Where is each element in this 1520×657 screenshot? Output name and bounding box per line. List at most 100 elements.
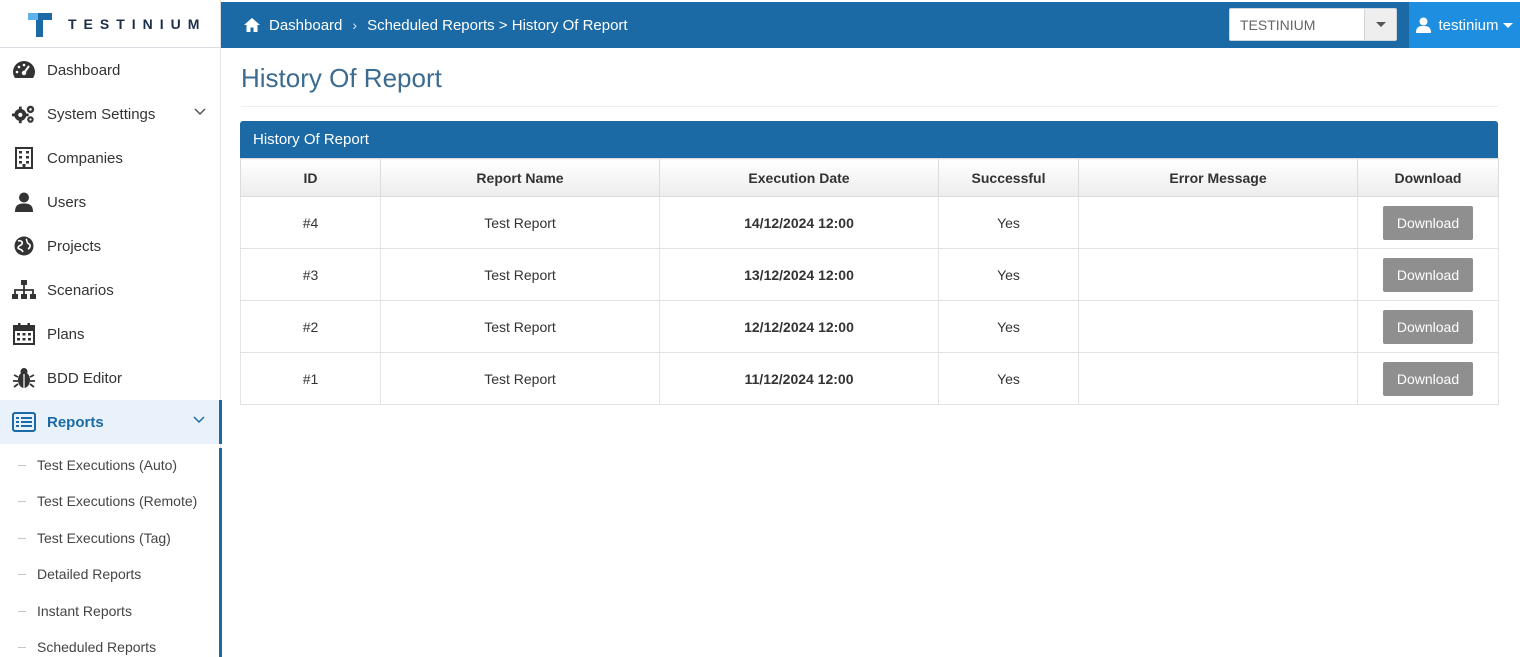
column-header-download: Download	[1357, 158, 1499, 197]
column-header-id[interactable]: ID	[240, 158, 381, 197]
table-header-row: ID Report Name Execution Date Successful…	[240, 158, 1499, 197]
testinium-logo-icon	[28, 12, 52, 37]
sidebar-item-projects[interactable]: Projects	[0, 224, 220, 268]
caret-down-icon	[1502, 22, 1513, 28]
table-row: #3 Test Report 13/12/2024 12:00 Yes Down…	[240, 248, 1499, 301]
breadcrumb: Dashboard › Scheduled Reports > History …	[221, 17, 628, 34]
title-divider	[241, 106, 1498, 107]
sidebar-item-label: Projects	[47, 237, 102, 255]
sidebar-item-label: Reports	[47, 413, 104, 431]
globe-icon	[12, 235, 36, 257]
sidebar: Dashboard System Settings Companies User…	[0, 48, 222, 657]
user-name: testinium	[1438, 16, 1499, 34]
sidebar-item-bdd-editor[interactable]: BDD Editor	[0, 356, 220, 400]
submenu-item-test-executions-tag[interactable]: Test Executions (Tag)	[18, 523, 171, 553]
submenu-item-test-executions-auto[interactable]: Test Executions (Auto)	[18, 450, 177, 480]
sidebar-item-label: BDD Editor	[47, 369, 123, 387]
table-row: #4 Test Report 14/12/2024 12:00 Yes Down…	[240, 196, 1499, 249]
building-icon	[12, 147, 36, 169]
dashboard-gauge-icon	[12, 59, 36, 81]
list-alt-icon	[12, 411, 36, 433]
home-icon	[244, 18, 260, 32]
top-navbar: Dashboard › Scheduled Reports > History …	[221, 2, 1520, 48]
cell-successful: Yes	[938, 300, 1079, 353]
cell-download: Download	[1357, 352, 1499, 405]
sidebar-item-label: Dashboard	[47, 61, 121, 79]
sidebar-item-reports[interactable]: Reports	[0, 400, 222, 444]
brand-logo[interactable]: TESTINIUM	[0, 0, 221, 48]
submenu-item-label: Detailed Reports	[37, 566, 142, 582]
cell-successful: Yes	[938, 248, 1079, 301]
sidebar-item-dashboard[interactable]: Dashboard	[0, 48, 220, 92]
sidebar-item-plans[interactable]: Plans	[0, 312, 220, 356]
chevron-down-icon	[194, 108, 206, 116]
submenu-item-test-executions-remote[interactable]: Test Executions (Remote)	[18, 486, 197, 516]
download-button[interactable]: Download	[1383, 309, 1473, 344]
download-button[interactable]: Download	[1383, 361, 1473, 396]
cell-error-message	[1078, 300, 1358, 353]
sidebar-item-companies[interactable]: Companies	[0, 136, 220, 180]
download-button[interactable]: Download	[1383, 205, 1473, 240]
cell-report-name: Test Report	[380, 352, 660, 405]
report-history-table: ID Report Name Execution Date Successful…	[240, 158, 1499, 405]
cell-successful: Yes	[938, 196, 1079, 249]
cell-execution-date: 13/12/2024 12:00	[659, 248, 939, 301]
sidebar-item-system-settings[interactable]: System Settings	[0, 92, 220, 136]
user-icon	[1416, 17, 1432, 33]
cell-error-message	[1078, 248, 1358, 301]
breadcrumb-dashboard-link[interactable]: Dashboard	[269, 17, 342, 34]
company-select-value: TESTINIUM	[1240, 16, 1316, 33]
page-title: History Of Report	[241, 63, 442, 93]
user-menu[interactable]: testinium	[1409, 2, 1520, 48]
breadcrumb-separator-icon: ›	[352, 17, 358, 33]
sidebar-item-label: Users	[47, 193, 87, 211]
cell-error-message	[1078, 196, 1358, 249]
sidebar-item-label: Scenarios	[47, 281, 114, 299]
submenu-item-label: Instant Reports	[37, 603, 132, 619]
sidebar-item-users[interactable]: Users	[0, 180, 220, 224]
chevron-down-icon	[193, 416, 205, 424]
submenu-item-label: Test Executions (Auto)	[37, 457, 178, 473]
submenu-dash	[18, 464, 26, 466]
submenu-item-instant-reports[interactable]: Instant Reports	[18, 596, 132, 626]
cell-id: #3	[240, 248, 381, 301]
user-icon	[12, 191, 36, 213]
column-header-successful[interactable]: Successful	[938, 158, 1079, 197]
submenu-dash	[18, 610, 26, 612]
sidebar-item-label: System Settings	[47, 105, 156, 123]
submenu-item-label: Test Executions (Remote)	[37, 493, 198, 509]
brand-name: TESTINIUM	[68, 15, 207, 32]
submenu-item-label: Scheduled Reports	[37, 639, 157, 655]
sidebar-item-label: Companies	[47, 149, 123, 167]
calendar-icon	[12, 323, 36, 345]
column-header-error-message[interactable]: Error Message	[1078, 158, 1358, 197]
cell-execution-date: 11/12/2024 12:00	[659, 352, 939, 405]
breadcrumb-current[interactable]: Scheduled Reports > History Of Report	[367, 17, 628, 34]
company-select[interactable]: TESTINIUM	[1229, 8, 1397, 41]
cell-execution-date: 14/12/2024 12:00	[659, 196, 939, 249]
dropdown-caret-icon[interactable]	[1364, 9, 1396, 40]
panel-title: History Of Report	[240, 121, 1498, 158]
submenu-dash	[18, 537, 26, 539]
download-button[interactable]: Download	[1383, 257, 1473, 292]
cell-execution-date: 12/12/2024 12:00	[659, 300, 939, 353]
cell-report-name: Test Report	[380, 248, 660, 301]
submenu-dash	[18, 646, 26, 648]
column-header-execution-date[interactable]: Execution Date	[659, 158, 939, 197]
table-row: #1 Test Report 11/12/2024 12:00 Yes Down…	[240, 352, 1499, 405]
cell-report-name: Test Report	[380, 196, 660, 249]
cell-successful: Yes	[938, 352, 1079, 405]
submenu-dash	[18, 573, 26, 575]
sitemap-icon	[12, 279, 36, 301]
sidebar-item-scenarios[interactable]: Scenarios	[0, 268, 220, 312]
submenu-item-label: Test Executions (Tag)	[37, 530, 171, 546]
submenu-item-detailed-reports[interactable]: Detailed Reports	[18, 559, 141, 589]
bug-icon	[12, 367, 36, 389]
cell-download: Download	[1357, 248, 1499, 301]
cell-id: #2	[240, 300, 381, 353]
cell-error-message	[1078, 352, 1358, 405]
column-header-report-name[interactable]: Report Name	[380, 158, 660, 197]
submenu-dash	[18, 500, 26, 502]
submenu-item-scheduled-reports[interactable]: Scheduled Reports	[18, 632, 156, 657]
gears-icon	[12, 103, 36, 125]
